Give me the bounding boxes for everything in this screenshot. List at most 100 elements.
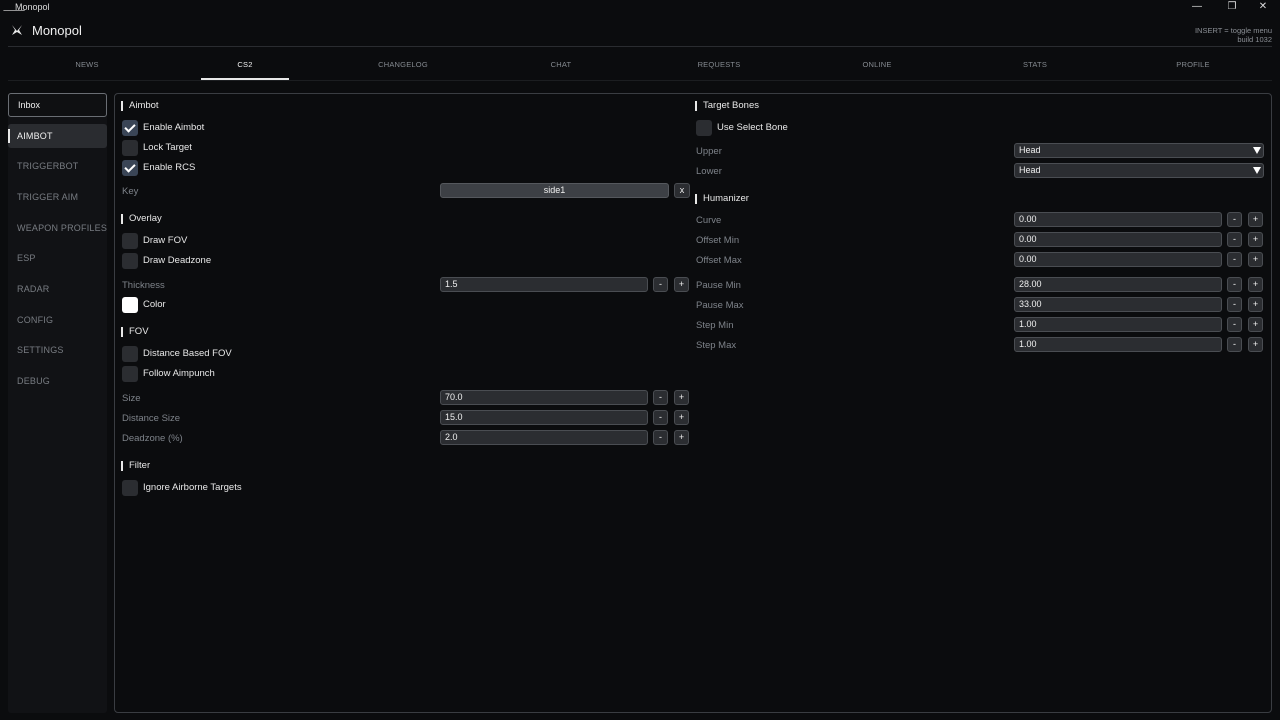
inbox-button[interactable]: Inbox [8, 93, 107, 117]
deadzone-input[interactable]: 2.0 [440, 430, 648, 445]
key-bind-button[interactable]: side1 [440, 183, 669, 198]
aimbot-panel: Aimbot Enable Aimbot Lock Target Enable … [114, 93, 1272, 713]
step-min-label: Step Min [696, 320, 734, 331]
checkbox-box[interactable] [122, 346, 138, 362]
size-decrement-button[interactable]: - [653, 390, 668, 405]
sidebar-item-config[interactable]: CONFIG [8, 308, 107, 332]
checkbox-label: Enable Aimbot [143, 122, 205, 133]
step-min-decrement-button[interactable]: - [1227, 317, 1242, 332]
toggle-hint: INSERT = toggle menu [1194, 26, 1272, 35]
sidebar: Inbox AIMBOT TRIGGERBOT TRIGGER AIM WEAP… [8, 93, 107, 713]
deadzone-increment-button[interactable]: + [674, 430, 689, 445]
sidebar-item-aimbot[interactable]: AIMBOT [8, 124, 107, 148]
section-overlay: Overlay [121, 214, 162, 224]
pause-max-input[interactable]: 33.00 [1014, 297, 1222, 312]
app-header: Monopol INSERT = toggle menu build 1032 [0, 15, 1280, 47]
sidebar-item-esp[interactable]: ESP [8, 246, 107, 270]
tab-stats[interactable]: STATS [956, 52, 1114, 80]
checkbox-box[interactable] [122, 366, 138, 382]
window-titlebar: ⸻ Monopol — ❐ ✕ [0, 0, 1280, 15]
tab-cs2[interactable]: CS2 [166, 52, 324, 80]
size-increment-button[interactable]: + [674, 390, 689, 405]
thickness-input[interactable]: 1.5 [440, 277, 648, 292]
color-label: Color [143, 299, 166, 310]
curve-input[interactable]: 0.00 [1014, 212, 1222, 227]
offset-max-increment-button[interactable]: + [1248, 252, 1263, 267]
distance-size-label: Distance Size [122, 413, 181, 424]
curve-decrement-button[interactable]: - [1227, 212, 1242, 227]
sidebar-item-trigger-aim[interactable]: TRIGGER AIM [8, 185, 107, 209]
logo-icon [11, 24, 23, 39]
checkbox-label: Ignore Airborne Targets [143, 482, 242, 493]
pause-min-label: Pause Min [696, 280, 741, 291]
offset-max-input[interactable]: 0.00 [1014, 252, 1222, 267]
distance-size-input[interactable]: 15.0 [440, 410, 648, 425]
distance-size-increment-button[interactable]: + [674, 410, 689, 425]
close-button[interactable]: ✕ [1256, 1, 1270, 13]
offset-min-decrement-button[interactable]: - [1227, 232, 1242, 247]
pause-min-increment-button[interactable]: + [1248, 277, 1263, 292]
upper-bone-select[interactable]: Head [1014, 143, 1264, 158]
sidebar-item-weapon-profiles[interactable]: WEAPON PROFILES [8, 216, 107, 240]
tab-chat[interactable]: CHAT [482, 52, 640, 80]
thickness-label: Thickness [122, 280, 165, 291]
offset-max-decrement-button[interactable]: - [1227, 252, 1242, 267]
lower-bone-select[interactable]: Head [1014, 163, 1264, 178]
sidebar-item-settings[interactable]: SETTINGS [8, 338, 107, 362]
sidebar-item-radar[interactable]: RADAR [8, 277, 107, 301]
app-title: Monopol [32, 23, 82, 38]
checkbox-box[interactable] [122, 160, 138, 176]
step-max-decrement-button[interactable]: - [1227, 337, 1242, 352]
section-filter: Filter [121, 461, 150, 471]
offset-max-label: Offset Max [696, 255, 742, 266]
select-value: Head [1019, 165, 1041, 175]
thickness-decrement-button[interactable]: - [653, 277, 668, 292]
checkbox-box[interactable] [122, 120, 138, 136]
size-input[interactable]: 70.0 [440, 390, 648, 405]
minimize-button[interactable]: — [1190, 1, 1204, 13]
tab-news[interactable]: NEWS [8, 52, 166, 80]
section-target-bones: Target Bones [695, 101, 759, 111]
offset-min-increment-button[interactable]: + [1248, 232, 1263, 247]
checkbox-box[interactable] [696, 120, 712, 136]
dropdown-arrow-icon [1253, 167, 1261, 174]
step-min-input[interactable]: 1.00 [1014, 317, 1222, 332]
checkbox-label: Enable RCS [143, 162, 196, 173]
step-max-input[interactable]: 1.00 [1014, 337, 1222, 352]
curve-increment-button[interactable]: + [1248, 212, 1263, 227]
checkbox-label: Draw FOV [143, 235, 188, 246]
color-swatch[interactable] [122, 297, 138, 313]
curve-label: Curve [696, 215, 722, 226]
checkbox-box[interactable] [122, 140, 138, 156]
checkbox-label: Use Select Bone [717, 122, 788, 133]
deadzone-decrement-button[interactable]: - [653, 430, 668, 445]
thickness-increment-button[interactable]: + [674, 277, 689, 292]
tab-requests[interactable]: REQUESTS [640, 52, 798, 80]
sidebar-item-debug[interactable]: DEBUG [8, 369, 107, 393]
distance-size-decrement-button[interactable]: - [653, 410, 668, 425]
pause-max-increment-button[interactable]: + [1248, 297, 1263, 312]
pause-max-decrement-button[interactable]: - [1227, 297, 1242, 312]
tabs-divider [8, 80, 1272, 81]
tab-profile[interactable]: PROFILE [1114, 52, 1272, 80]
step-max-increment-button[interactable]: + [1248, 337, 1263, 352]
tab-changelog[interactable]: CHANGELOG [324, 52, 482, 80]
checkbox-label: Lock Target [143, 142, 192, 153]
key-clear-button[interactable]: x [674, 183, 690, 198]
step-max-label: Step Max [696, 340, 737, 351]
pause-min-input[interactable]: 28.00 [1014, 277, 1222, 292]
pause-max-label: Pause Max [696, 300, 744, 311]
checkbox-box[interactable] [122, 253, 138, 269]
window-title: Monopol [15, 2, 50, 12]
step-min-increment-button[interactable]: + [1248, 317, 1263, 332]
size-label: Size [122, 393, 141, 404]
tab-online[interactable]: ONLINE [798, 52, 956, 80]
checkbox-box[interactable] [122, 233, 138, 249]
deadzone-label: Deadzone (%) [122, 433, 183, 444]
pause-min-decrement-button[interactable]: - [1227, 277, 1242, 292]
menu-hint: INSERT = toggle menu build 1032 [1195, 26, 1272, 44]
offset-min-input[interactable]: 0.00 [1014, 232, 1222, 247]
restore-button[interactable]: ❐ [1225, 1, 1239, 13]
checkbox-box[interactable] [122, 480, 138, 496]
sidebar-item-triggerbot[interactable]: TRIGGERBOT [8, 154, 107, 178]
